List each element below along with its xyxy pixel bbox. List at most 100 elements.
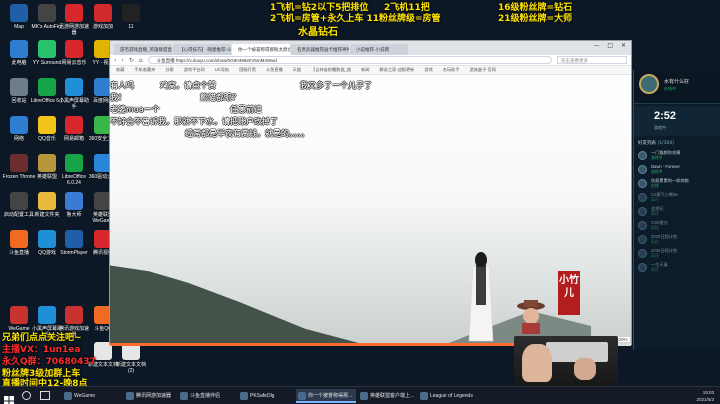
taskbar-item[interactable]: 腾讯网游加速器 (124, 389, 176, 403)
forward-icon[interactable]: › (121, 57, 123, 64)
bookmark-item[interactable]: 游戏平台网 (184, 67, 205, 73)
search-icon[interactable] (22, 391, 31, 400)
friend-row[interactable]: CG6星光 离线 (638, 220, 718, 232)
friend-row[interactable]: 2020日程计划 离线 (638, 234, 718, 246)
client-status: 在线中 (664, 86, 676, 91)
browser-tab[interactable]: 小说推荐-小说网 (350, 44, 408, 55)
app-icon (10, 4, 28, 22)
taskbar-item[interactable]: WeGame (62, 389, 122, 403)
app-icon (10, 230, 28, 248)
danmaku-message: 经常都是半夜有赏钱，就是的。。。。 (185, 129, 309, 138)
app-icon (10, 116, 28, 134)
friend-avatar (638, 151, 647, 160)
bookmark-item[interactable]: 解说之家·战报更新 (379, 67, 414, 73)
bookmark-item[interactable]: 游族盒子·官网 (470, 67, 497, 73)
tab-bar: 游杰游戏直播_英雄联盟直播 【心得技巧】-随意推荐-斗鱼 你一个被誉称得那粉太原女名… (110, 41, 631, 55)
bookmark-item[interactable]: 手机收藏夹 (134, 67, 155, 73)
webcam-feed (514, 336, 618, 386)
clock-date: 2021/5/3 (696, 397, 714, 402)
app-icon (65, 4, 83, 22)
friend-row[interactable]: 会把兄 离线 (638, 206, 718, 218)
webcam-character (516, 298, 546, 334)
friend-row[interactable]: Co素气小熊66 离开 (638, 192, 718, 204)
friend-row[interactable]: Dawn - Forever 游戏中 (638, 164, 718, 176)
app-icon (65, 40, 83, 58)
taskbar-item[interactable]: 斗鱼直播伴侣 (178, 389, 236, 403)
task-view-icon[interactable] (40, 391, 50, 400)
refresh-icon[interactable]: ↻ (129, 57, 134, 64)
danmaku-message: 鸡窝，请点个赞 (160, 81, 216, 90)
bookmark-item[interactable]: UC导航 (215, 67, 229, 73)
overlay-rule-line2: 2飞机=房管+永久上车 11粉丝牌级=房管 (270, 14, 441, 24)
address-bar[interactable]: 斗鱼直播 https://v.douyu.com/show/0G8mM9xEV5… (147, 56, 552, 64)
friend-avatar (638, 249, 647, 258)
taskbar-item[interactable]: 你一个被誉称得那... (296, 389, 356, 403)
clock-time: 19:03 (702, 390, 714, 395)
friend-avatar (638, 165, 647, 174)
nav-bar: ‹ › ↻ ⌂ 斗鱼直播 https://v.douyu.com/show/0G… (110, 55, 631, 66)
app-icon (10, 192, 28, 210)
game-timer-label: 游戏中 (654, 125, 666, 130)
friend-count: (1/104) (657, 141, 674, 146)
hand-left (522, 344, 552, 382)
friend-list-header: 好友列表 (1/104) (638, 140, 674, 146)
bookmark-item[interactable]: 谷歌 (165, 67, 173, 73)
desktop-icon[interactable]: 新建文本文档(2) (114, 342, 148, 374)
app-icon (38, 40, 56, 58)
taskbar-item[interactable]: League of Legends (418, 389, 478, 403)
browser-tab[interactable]: 游杰游戏直播_英雄联盟直播 (114, 44, 172, 55)
mountain-left (110, 265, 370, 346)
bookmark-item[interactable]: 新闻 (361, 67, 369, 73)
friend-avatar (638, 207, 647, 216)
taskbar: WeGame 腾讯网游加速器 斗鱼直播伴侣 PKSafeDlg 你一个被誉称得那... 英… (0, 386, 720, 404)
tabs: 游杰游戏直播_英雄联盟直播 【心得技巧】-随意推荐-斗鱼 你一个被誉称得那粉太原女名… (114, 44, 409, 55)
browser-tab[interactable]: 【心得技巧】-随意推荐-斗鱼 (173, 44, 231, 55)
danmaku-message: 我又多了一个儿子了 (300, 81, 372, 90)
desktop-icon[interactable]: 11 (114, 4, 148, 30)
home-icon[interactable]: ⌂ (139, 57, 143, 64)
app-icon (10, 78, 28, 96)
app-icon (10, 154, 28, 172)
taskbar-item[interactable]: PKSafeDlg (238, 389, 294, 403)
system-clock[interactable]: 19:03 2021/5/3 (696, 389, 714, 403)
friend-status: 在线 (651, 184, 659, 188)
danmaku-message: 有人吗 (110, 81, 134, 90)
bookmark-item[interactable]: 游戏 (424, 67, 432, 73)
search-input[interactable]: 双击查看更多 (557, 56, 627, 64)
friend-avatar (638, 235, 647, 244)
client-header: 水有什么好 在线中 (634, 70, 720, 104)
start-button[interactable] (4, 391, 14, 404)
avatar[interactable] (639, 74, 659, 94)
app-icon (38, 4, 56, 22)
back-icon[interactable]: ‹ (114, 57, 116, 64)
danmaku-message: 不好会不告诉我，那就不下水，请把账户改掉了 (110, 117, 278, 126)
friend-row[interactable]: 一门猫斯你花摸 游戏中 (638, 150, 718, 162)
bookmark-item[interactable]: 名玩助手 (443, 67, 460, 73)
browser-tab[interactable]: 名贵武器推荐画卡推荐神神 (291, 44, 349, 55)
bookmark-item[interactable]: 天猫 (293, 67, 301, 73)
friend-row[interactable]: 一生天真 离线 (638, 262, 718, 274)
app-icon (65, 116, 83, 134)
bookmark-item[interactable]: 【吉林省前瞻数据_搜 (311, 67, 351, 73)
window-controls[interactable]: — □ ✕ (593, 42, 629, 49)
danmaku-message: 任意前进 (230, 105, 262, 114)
calligraphy-seal: 小竹儿 (558, 271, 580, 315)
friend-row[interactable]: 2020日程计划 离线 (638, 248, 718, 260)
taskbar-item[interactable]: 英雄联盟客户端上... (358, 389, 416, 403)
friend-name: Dawn - Forever (651, 164, 680, 169)
overlay-right-line2: 21级粉丝牌=大师 (498, 14, 573, 24)
bookmark-item[interactable]: 斗鱼直播 (266, 67, 283, 73)
app-icon (65, 154, 83, 172)
friend-status: 离线 (651, 226, 659, 230)
bookmark-item[interactable]: 收藏 (116, 67, 124, 73)
bookmarks-bar: 收藏 手机收藏夹 谷歌 游戏平台网 UC导航 国服开黑 斗鱼直播 天猫 【吉林省前瞻数据_搜 新闻… (110, 66, 631, 75)
app-icon (38, 78, 56, 96)
friend-row[interactable]: 伤痕累累的一样奔跑 在线 (638, 178, 718, 190)
hat-character-icon (517, 300, 545, 334)
girl-figure (468, 252, 494, 342)
danmaku-message: 我！ (110, 93, 126, 102)
friend-avatar (638, 263, 647, 272)
browser-tab[interactable]: 你一个被誉称得那粉太原女 (232, 44, 290, 55)
bookmark-item[interactable]: 国服开黑 (239, 67, 256, 73)
app-icon (65, 230, 83, 248)
